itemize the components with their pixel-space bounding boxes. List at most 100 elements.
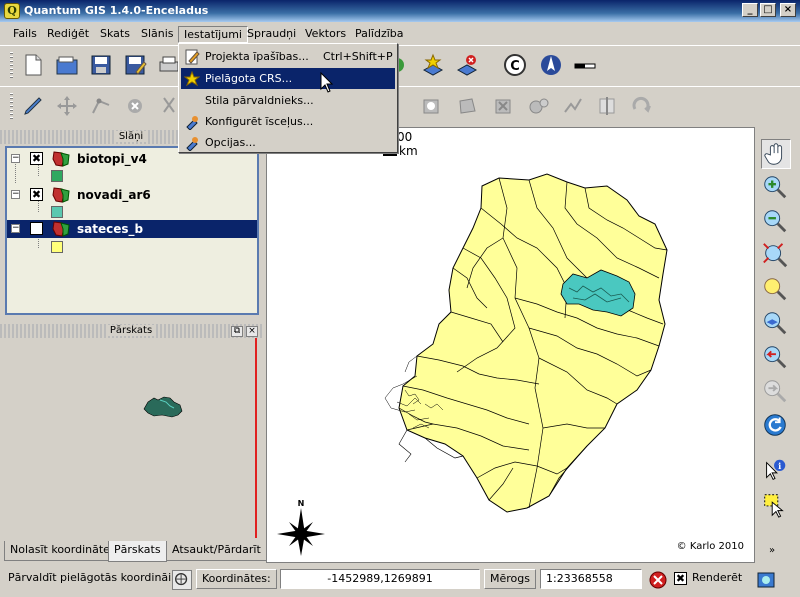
menu-item-options[interactable]: Opcijas... — [181, 132, 395, 153]
zoom-next-icon[interactable] — [761, 377, 791, 407]
open-project-icon[interactable] — [54, 52, 80, 78]
digitizing-toolbar — [0, 86, 800, 127]
menu-item-custom-crs[interactable]: Pielāgota CRS... — [181, 68, 395, 89]
tab-coordinates[interactable]: Nolasīt koordinātes — [4, 541, 122, 561]
map-copyright-label: © Karlo 2010 — [676, 541, 744, 552]
collapse-toggle[interactable]: − — [11, 154, 20, 163]
svg-text:N: N — [298, 499, 305, 508]
close-button[interactable]: × — [780, 3, 796, 17]
layer-symbol-swatch[interactable] — [51, 206, 63, 218]
zoom-last-icon[interactable] — [761, 343, 791, 373]
manage-crs-icon[interactable] — [172, 570, 192, 590]
pan-hand-icon[interactable] — [761, 139, 791, 169]
overview-panel-header: Pārskats — [0, 324, 262, 338]
node-tool-icon[interactable] — [88, 93, 114, 119]
layer-row-sateces[interactable]: − ✖ sateces_b — [7, 220, 257, 238]
tab-overview[interactable]: Pārskats — [108, 541, 167, 562]
polygon-layer-icon — [51, 220, 73, 238]
render-label: Renderēt — [692, 571, 743, 584]
settings-menu-dropdown: Projekta īpašības... Ctrl+Shift+P Pielāg… — [178, 43, 398, 153]
zoom-out-icon[interactable] — [761, 207, 791, 237]
render-checkbox[interactable]: ✖ — [674, 572, 687, 585]
custom-crs-icon — [183, 70, 201, 87]
menu-item-project-properties[interactable]: Projekta īpašības... Ctrl+Shift+P — [181, 46, 395, 67]
toolbar-extension-chevron[interactable]: » — [769, 545, 775, 556]
window-title: Quantum GIS 1.4.0-Enceladus — [24, 4, 209, 17]
add-ring-icon[interactable] — [418, 93, 444, 119]
menu-slanis[interactable]: Slānis — [136, 26, 179, 43]
toggle-editing-icon[interactable] — [20, 93, 46, 119]
layer-symbol-swatch[interactable] — [51, 241, 63, 253]
layer-row-novadi[interactable]: − ✖ novadi_ar6 — [7, 186, 257, 204]
menu-spraudni[interactable]: Spraudņi — [242, 26, 301, 43]
map-features — [383, 146, 668, 513]
menu-vektors[interactable]: Vektors — [300, 26, 351, 43]
menu-bar: Fails Rediģēt Skats Slānis Iestatījumi S… — [0, 23, 800, 44]
add-island-icon[interactable] — [454, 93, 480, 119]
new-project-icon[interactable] — [20, 52, 46, 78]
tab-undo-redo[interactable]: Atsaukt/Pārdarīt — [166, 541, 267, 561]
menu-palidziba[interactable]: Palīdzība — [350, 26, 409, 43]
close-panel-button[interactable]: × — [246, 326, 258, 337]
zoom-to-selection-icon[interactable] — [761, 275, 791, 305]
menu-fails[interactable]: Fails — [8, 26, 42, 43]
collapse-toggle[interactable]: − — [11, 190, 20, 199]
layer-visibility-checkbox[interactable]: ✖ — [30, 188, 43, 201]
overview-map[interactable] — [0, 338, 262, 538]
zoom-in-icon[interactable] — [761, 173, 791, 203]
status-bar: Pārvaldīt pielāgotās koordināi Koordināt… — [0, 565, 800, 597]
collapse-toggle[interactable]: − — [11, 224, 20, 233]
layer-name: novadi_ar6 — [77, 188, 151, 202]
toolbar-grip[interactable] — [10, 52, 13, 80]
minimize-button[interactable]: _ — [742, 3, 758, 17]
layer-symbol-swatch[interactable] — [51, 170, 63, 182]
float-panel-button[interactable]: ⧉ — [231, 326, 243, 337]
map-canvas[interactable]: 00 km N © Karlo 2010 — [266, 127, 755, 563]
identify-features-icon[interactable]: i — [761, 457, 791, 487]
title-bar: Q Quantum GIS 1.4.0-Enceladus _ □ × — [0, 0, 800, 22]
layers-legend: − ✖ biotopi_v4 − ✖ novadi_ar6 − ✖ satece… — [5, 146, 259, 315]
save-as-icon[interactable] — [122, 52, 148, 78]
menu-skats[interactable]: Skats — [95, 26, 135, 43]
menu-rediget[interactable]: Rediģēt — [42, 26, 94, 43]
menu-iestatijumi[interactable]: Iestatījumi — [178, 26, 248, 43]
layer-visibility-checkbox[interactable]: ✖ — [30, 222, 43, 235]
projection-status-icon[interactable] — [756, 570, 776, 590]
delete-ring-icon[interactable] — [490, 93, 516, 119]
move-feature-icon[interactable] — [54, 93, 80, 119]
delete-part-icon[interactable] — [526, 93, 552, 119]
save-project-icon[interactable] — [88, 52, 114, 78]
svg-text:i: i — [778, 461, 781, 471]
project-properties-icon — [184, 49, 200, 65]
copyright-label-icon[interactable]: C — [502, 52, 528, 78]
maximize-button[interactable]: □ — [760, 3, 776, 17]
layer-name: sateces_b — [77, 222, 144, 236]
zoom-to-layer-icon[interactable] — [761, 309, 791, 339]
split-features-icon[interactable] — [594, 93, 620, 119]
refresh-icon[interactable] — [761, 411, 791, 441]
merge-features-icon[interactable] — [628, 93, 654, 119]
dock-tabs: Nolasīt koordinātes Pārskats Atsaukt/Pār… — [0, 541, 267, 562]
delete-selected-icon[interactable] — [122, 93, 148, 119]
menu-item-configure-shortcuts[interactable]: Konfigurēt īsceļus... — [181, 111, 395, 132]
menu-item-style-manager[interactable]: Stila pārvaldnieks... — [181, 90, 395, 111]
polygon-layer-icon — [51, 150, 73, 168]
polygon-layer-icon — [51, 186, 73, 204]
coordinates-label: Koordinātes: — [196, 569, 277, 589]
select-features-icon[interactable] — [761, 491, 791, 521]
north-arrow-icon[interactable] — [538, 52, 564, 78]
scale-bar-icon[interactable] — [572, 52, 598, 78]
remove-layer-icon[interactable] — [454, 52, 480, 78]
configure-shortcuts-icon — [184, 114, 200, 131]
scale-field[interactable]: 1:23368558 — [540, 569, 642, 589]
coordinates-field[interactable]: -1452989,1269891 — [280, 569, 480, 589]
zoom-full-icon[interactable] — [761, 241, 791, 271]
qgis-logo-icon: Q — [4, 3, 20, 19]
north-arrow: N — [277, 499, 325, 556]
reshape-features-icon[interactable] — [560, 93, 586, 119]
toolbar-grip-2[interactable] — [10, 93, 13, 121]
svg-text:C: C — [510, 59, 520, 74]
layer-visibility-checkbox[interactable]: ✖ — [30, 152, 43, 165]
new-bookmark-icon[interactable] — [420, 52, 446, 78]
stop-render-icon[interactable] — [648, 570, 668, 590]
